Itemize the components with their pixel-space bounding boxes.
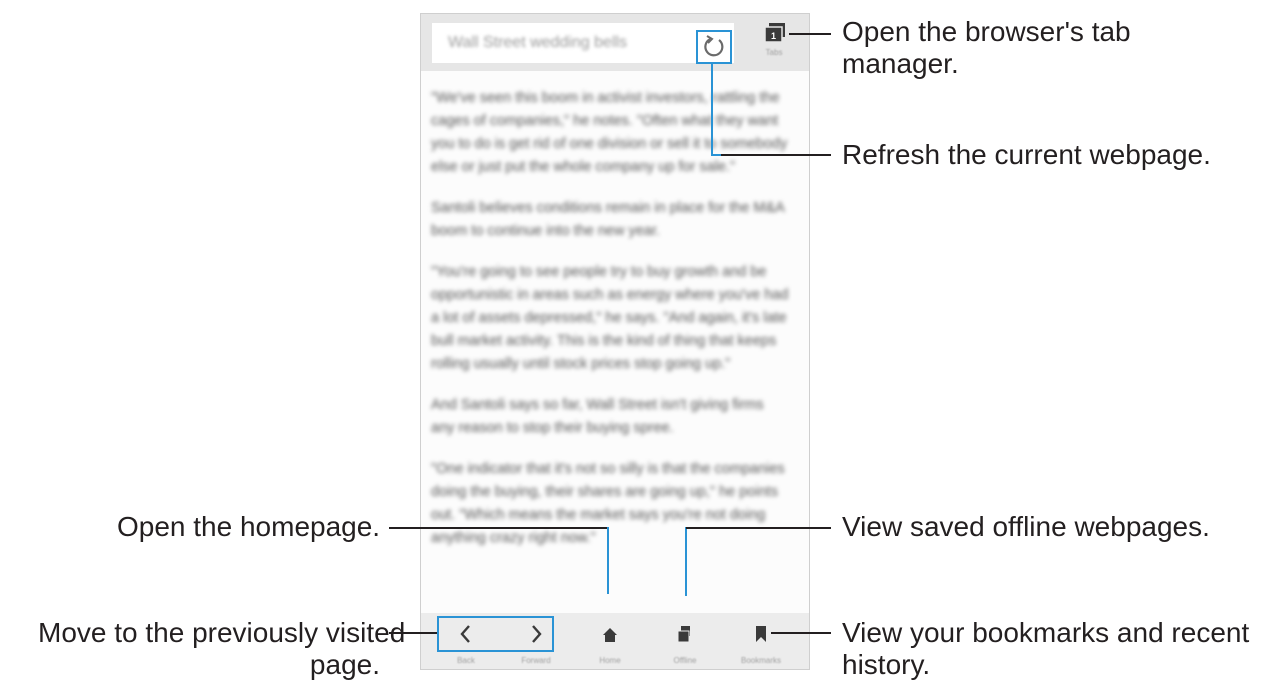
callout-line-homepage — [389, 527, 608, 529]
callout-offline: View saved offline webpages. — [842, 511, 1210, 542]
address-bar-text: Wall Street wedding bells — [448, 34, 628, 51]
tabs-label: Tabs — [765, 48, 783, 57]
offline-label: Offline — [673, 656, 697, 665]
callout-line-refresh-vertical — [711, 63, 713, 156]
bottom-navigation-bar: Back Forward Home Offline Bookmarks — [421, 613, 809, 669]
browser-screen: Wall Street wedding bells 1 Tabs "We've … — [420, 13, 810, 670]
callout-line-offline — [686, 527, 831, 529]
callout-text: history. — [842, 649, 931, 680]
callout-line-tab-manager — [789, 33, 831, 35]
callout-line-homepage-vertical — [607, 527, 609, 594]
home-button[interactable]: Home — [581, 613, 639, 669]
back-label: Back — [457, 656, 475, 665]
callout-text: manager. — [842, 48, 959, 79]
offline-pages-icon — [677, 626, 690, 643]
chevron-left-icon — [460, 625, 470, 643]
callout-line-refresh-corner — [711, 154, 721, 156]
callout-line-bookmarks — [771, 632, 831, 634]
callout-previous-page: Move to the previously visited page. — [38, 617, 406, 681]
callout-text: Open the browser's tab — [842, 16, 1131, 47]
refresh-icon[interactable] — [696, 30, 732, 64]
refresh-icon-glyph — [704, 35, 724, 57]
forward-label: Forward — [521, 656, 551, 665]
callout-text: Move to the previously visited — [38, 617, 406, 648]
callout-bookmarks: View your bookmarks and recent history. — [842, 617, 1249, 681]
tabs-count: 1 — [771, 31, 776, 41]
address-bar[interactable]: Wall Street wedding bells — [432, 23, 734, 63]
callout-tab-manager: Open the browser's tab manager. — [842, 16, 1131, 80]
callout-homepage: Open the homepage. — [117, 511, 381, 542]
home-icon — [603, 628, 617, 642]
home-label: Home — [599, 656, 621, 665]
article-paragraph: Santoli believes conditions remain in pl… — [431, 200, 785, 239]
article-paragraph: "You're going to see people try to buy g… — [431, 264, 789, 372]
tabs-icon: 1 — [764, 23, 785, 43]
webpage-content: "We've seen this boom in activist invest… — [431, 87, 791, 568]
callout-text: page. — [309, 649, 380, 680]
bookmarks-label: Bookmarks — [740, 656, 781, 665]
forward-button[interactable]: Forward — [507, 613, 565, 669]
offline-button[interactable]: Offline — [656, 613, 714, 669]
article-paragraph: "We've seen this boom in activist invest… — [431, 90, 788, 175]
browser-top-bar: Wall Street wedding bells 1 Tabs — [421, 14, 809, 71]
article-paragraph: "One indicator that it's not so silly is… — [431, 461, 785, 546]
callout-text: View your bookmarks and recent — [842, 617, 1250, 648]
article-paragraph: And Santoli says so far, Wall Street isn… — [431, 397, 764, 436]
chevron-right-icon — [532, 625, 542, 643]
callout-refresh: Refresh the current webpage. — [842, 139, 1211, 170]
back-button[interactable]: Back — [437, 613, 495, 669]
callout-line-refresh — [721, 154, 831, 156]
callout-line-previous-page — [389, 632, 437, 634]
callout-line-offline-vertical — [685, 527, 687, 596]
tab-manager-button[interactable]: 1 Tabs — [756, 20, 792, 62]
bookmarks-button[interactable]: Bookmarks — [731, 613, 791, 669]
